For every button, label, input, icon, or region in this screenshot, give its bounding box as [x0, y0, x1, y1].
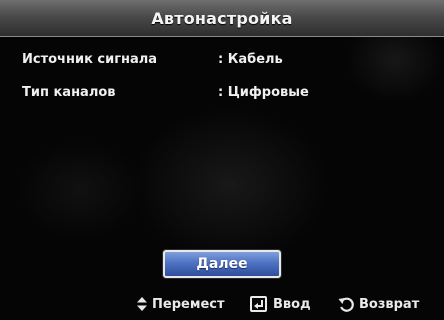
next-button[interactable]: Далее — [163, 250, 281, 278]
enter-icon — [250, 296, 267, 312]
hint-return: Возврат — [338, 294, 419, 314]
page-title: Автонастройка — [151, 8, 293, 28]
up-down-arrows-icon — [137, 297, 147, 311]
signal-source-label: Источник сигнала — [22, 52, 158, 67]
return-icon — [338, 297, 354, 312]
setting-row-signal-source: Источник сигнала : Кабель — [22, 52, 283, 67]
title-bar: Автонастройка — [0, 0, 444, 37]
hint-enter: Ввод — [250, 294, 311, 314]
signal-source-value: : Кабель — [218, 52, 283, 67]
hint-enter-label: Ввод — [273, 296, 311, 312]
hint-move-label: Перемест — [152, 296, 225, 312]
hint-move: Перемест — [137, 294, 225, 314]
hint-return-label: Возврат — [359, 296, 420, 312]
hint-bar: Перемест Ввод Возврат — [0, 294, 444, 314]
next-button-label: Далее — [196, 256, 248, 272]
channel-type-value: : Цифровые — [218, 85, 309, 100]
channel-type-label: Тип каналов — [22, 85, 116, 100]
autotune-screen: Автонастройка Источник сигнала : Кабель … — [0, 0, 444, 320]
setting-row-channel-type: Тип каналов : Цифровые — [22, 85, 309, 100]
